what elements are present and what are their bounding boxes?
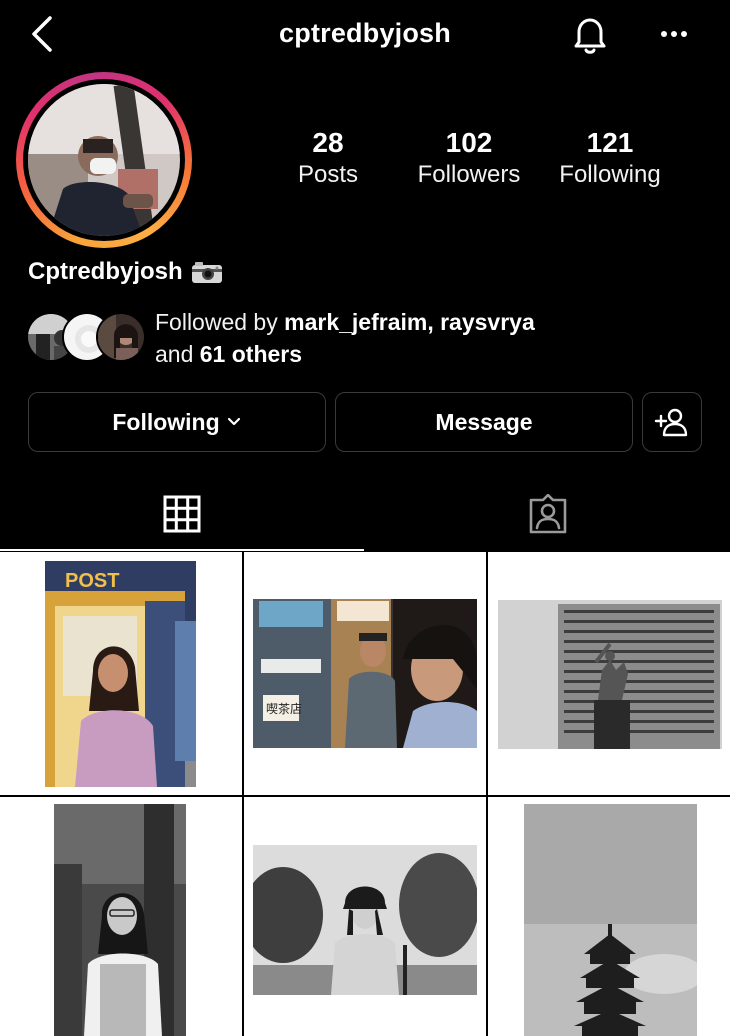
followers-label: Followers bbox=[417, 161, 521, 188]
followed-by-and: and bbox=[155, 341, 200, 367]
tab-tagged[interactable] bbox=[366, 478, 730, 550]
camera-icon bbox=[191, 260, 223, 284]
followed-by-line-1: Followed by mark_jefraim, raysvrya bbox=[155, 306, 535, 338]
grid-icon bbox=[163, 495, 201, 533]
mutual-others[interactable]: 61 others bbox=[200, 341, 302, 367]
following-button[interactable]: Following bbox=[28, 392, 326, 452]
posts-grid: POST 喫茶店 bbox=[0, 552, 730, 1036]
add-user-icon bbox=[654, 408, 688, 437]
profile-username: cptredbyjosh bbox=[279, 18, 451, 48]
post-photo bbox=[498, 600, 722, 749]
followed-by-prefix: Followed by bbox=[155, 309, 285, 335]
display-name-row: Cptredbyjosh bbox=[28, 258, 223, 286]
post-thumbnail[interactable]: 喫茶店 bbox=[244, 552, 486, 795]
tab-posts-grid[interactable] bbox=[0, 478, 364, 550]
post-photo bbox=[253, 845, 477, 995]
avatar[interactable] bbox=[28, 84, 180, 236]
chevron-down-icon bbox=[227, 417, 240, 426]
followers-stat[interactable]: 102 Followers bbox=[394, 126, 544, 190]
avatar-gap bbox=[23, 79, 185, 241]
post-photo: POST bbox=[45, 561, 196, 787]
mutual-user-2[interactable]: raysvrya bbox=[440, 309, 535, 335]
active-tab-indicator bbox=[0, 549, 364, 551]
post-thumbnail[interactable] bbox=[244, 797, 486, 1036]
posts-stat[interactable]: 28 Posts bbox=[253, 126, 403, 190]
bell-icon bbox=[574, 18, 606, 54]
profile-avatar-story-ring[interactable] bbox=[16, 72, 192, 248]
mutual-user-1[interactable]: mark_jefraim bbox=[284, 309, 427, 335]
svg-text:POST: POST bbox=[65, 570, 119, 592]
suggest-users-button[interactable] bbox=[642, 392, 702, 452]
display-name: Cptredbyjosh bbox=[28, 258, 183, 285]
post-thumbnail[interactable] bbox=[488, 797, 730, 1036]
message-button-label: Message bbox=[435, 408, 533, 435]
posts-label: Posts bbox=[297, 161, 359, 188]
more-options-button[interactable] bbox=[650, 16, 698, 52]
post-thumbnail[interactable] bbox=[488, 552, 730, 795]
mutual-separator: , bbox=[427, 309, 441, 335]
notifications-button[interactable] bbox=[566, 12, 614, 60]
followed-by-line-2: and 61 others bbox=[155, 338, 535, 370]
post-photo: 喫茶店 bbox=[253, 599, 477, 748]
svg-text:喫茶店: 喫茶店 bbox=[266, 701, 302, 716]
message-button[interactable]: Message bbox=[335, 392, 633, 452]
post-thumbnail[interactable] bbox=[0, 797, 242, 1036]
post-photo bbox=[524, 804, 697, 1036]
following-button-label: Following bbox=[112, 408, 220, 435]
following-count: 121 bbox=[586, 127, 634, 158]
post-photo bbox=[54, 804, 186, 1036]
profile-header: cptredbyjosh bbox=[0, 0, 730, 70]
followed-by-text[interactable]: Followed by mark_jefraim, raysvrya and 6… bbox=[155, 306, 535, 370]
following-label: Following bbox=[559, 161, 661, 188]
post-thumbnail[interactable]: POST bbox=[0, 552, 242, 795]
followers-count: 102 bbox=[445, 127, 493, 158]
more-horizontal-icon bbox=[661, 31, 687, 37]
mutual-avatar bbox=[96, 312, 146, 362]
following-stat[interactable]: 121 Following bbox=[535, 126, 685, 190]
posts-count: 28 bbox=[312, 127, 344, 158]
tagged-icon bbox=[529, 494, 567, 534]
mutual-followers-avatars[interactable] bbox=[26, 312, 146, 364]
